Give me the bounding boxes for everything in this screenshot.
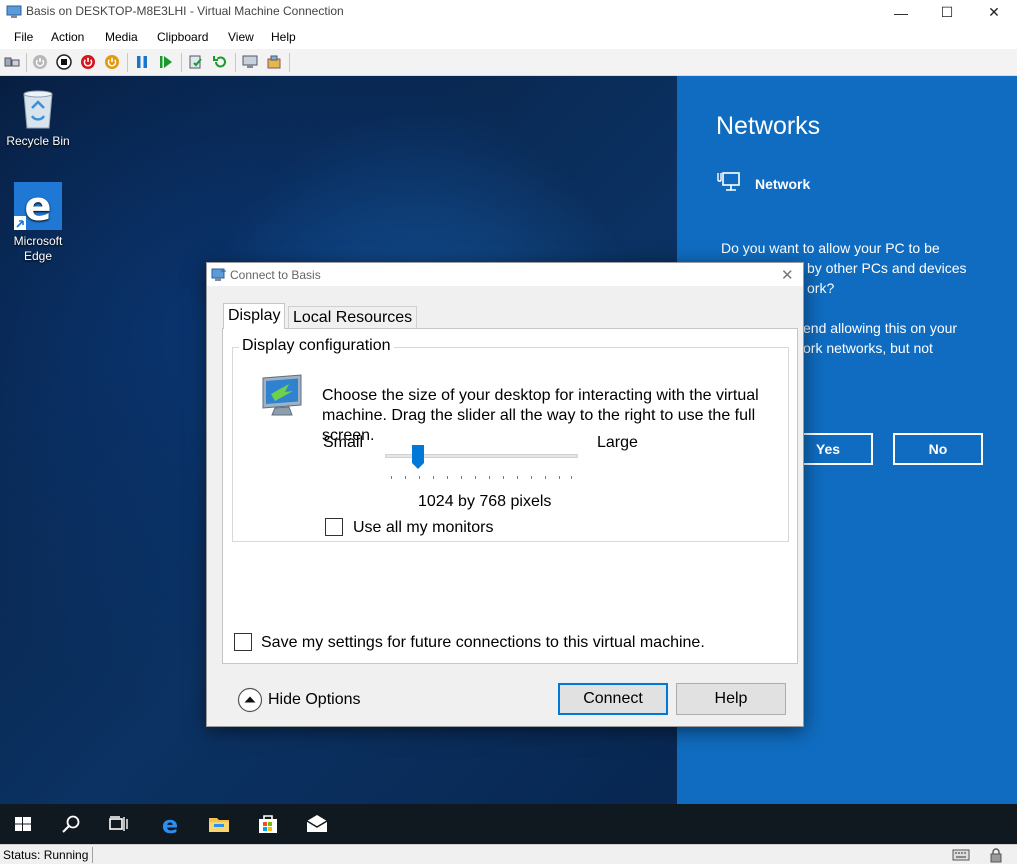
vm-status: Status: Running: [3, 848, 89, 862]
collapse-icon[interactable]: [237, 687, 263, 713]
display-description: Choose the size of your desktop for inte…: [322, 387, 759, 444]
use-all-monitors-checkbox[interactable]: [325, 518, 343, 536]
menu-action[interactable]: Action: [51, 30, 84, 44]
toolbar: [0, 49, 1017, 76]
display-tab-page: Display configuration Choose the size of…: [222, 328, 798, 664]
checkpoint-icon[interactable]: [188, 54, 204, 70]
slider-min-label: Small: [323, 434, 364, 451]
shut-down-icon[interactable]: [80, 54, 96, 70]
resume-icon[interactable]: [158, 54, 174, 70]
wired-network-icon: [717, 172, 740, 191]
mail-icon[interactable]: [305, 812, 329, 836]
networks-title: Networks: [716, 112, 821, 140]
save-state-icon[interactable]: [104, 54, 120, 70]
recycle-bin-label: Recycle Bin: [6, 134, 70, 148]
minimize-button[interactable]: —: [878, 0, 924, 25]
search-icon[interactable]: [59, 812, 83, 836]
svg-text:e: e: [162, 812, 178, 836]
menu-clipboard[interactable]: Clipboard: [157, 30, 208, 44]
help-button[interactable]: Help: [676, 683, 786, 715]
file-explorer-icon[interactable]: [207, 812, 231, 836]
window-titlebar[interactable]: Basis on DESKTOP-M8E3LHI - Virtual Machi…: [0, 0, 1017, 25]
edge-icon[interactable]: e: [158, 812, 182, 836]
revert-icon[interactable]: [212, 54, 228, 70]
share-icon[interactable]: [266, 54, 282, 70]
edge-icon: e: [14, 182, 62, 230]
resolution-readout: 1024 by 768 pixels: [418, 493, 552, 510]
group-label: Display configuration: [239, 337, 394, 355]
microsoft-edge[interactable]: e Microsoft Edge: [0, 182, 76, 264]
lock-icon: [990, 848, 1002, 863]
tab-local-resources[interactable]: Local Resources: [288, 306, 418, 329]
recycle-bin[interactable]: Recycle Bin: [0, 86, 76, 149]
close-button[interactable]: ✕: [971, 0, 1017, 25]
vm-connection-icon: [211, 268, 226, 281]
enhanced-session-icon[interactable]: [242, 54, 258, 70]
save-settings-label[interactable]: Save my settings for future connections …: [261, 634, 705, 652]
connect-button[interactable]: Connect: [558, 683, 668, 715]
dialog-titlebar[interactable]: Connect to Basis ✕: [207, 263, 803, 286]
tab-display[interactable]: Display: [223, 303, 286, 329]
menu-help[interactable]: Help: [271, 30, 296, 44]
menu-file[interactable]: File: [14, 30, 33, 44]
recycle-bin-icon: [23, 90, 53, 129]
no-button[interactable]: No: [893, 433, 983, 465]
vm-connection-icon: [6, 5, 22, 18]
display-configuration-group: Display configuration Choose the size of…: [232, 337, 789, 542]
network-name[interactable]: Network: [755, 176, 810, 192]
task-view-icon[interactable]: [106, 812, 130, 836]
svg-text:e: e: [24, 184, 51, 230]
dialog-title: Connect to Basis: [230, 268, 321, 282]
menu-media[interactable]: Media: [105, 30, 138, 44]
menu-bar: File Action Media Clipboard View Help: [0, 25, 1017, 49]
save-settings-checkbox[interactable]: [234, 633, 252, 651]
start-icon[interactable]: [32, 54, 48, 70]
dialog-close-button[interactable]: ✕: [781, 266, 794, 284]
connect-dialog: Connect to Basis ✕ Display Local Resourc…: [206, 262, 804, 727]
start-icon[interactable]: [11, 812, 35, 836]
turn-off-icon[interactable]: [56, 54, 72, 70]
menu-view[interactable]: View: [228, 30, 254, 44]
ctrl-alt-del-icon[interactable]: [4, 54, 20, 70]
use-all-monitors-label[interactable]: Use all my monitors: [353, 519, 493, 537]
keyboard-icon: [952, 849, 970, 861]
store-icon[interactable]: [256, 812, 280, 836]
pause-icon[interactable]: [134, 54, 150, 70]
maximize-button[interactable]: ☐: [924, 0, 970, 25]
window-title: Basis on DESKTOP-M8E3LHI - Virtual Machi…: [26, 4, 344, 18]
microsoft-edge-label: Microsoft Edge: [13, 234, 63, 263]
status-bar: Status: Running: [0, 844, 1017, 864]
slider-max-label: Large: [597, 434, 638, 451]
hide-options-link[interactable]: Hide Options: [268, 691, 361, 709]
taskbar: e: [0, 804, 1017, 844]
monitor-icon: [262, 374, 302, 416]
resolution-slider-thumb[interactable]: [411, 444, 425, 470]
